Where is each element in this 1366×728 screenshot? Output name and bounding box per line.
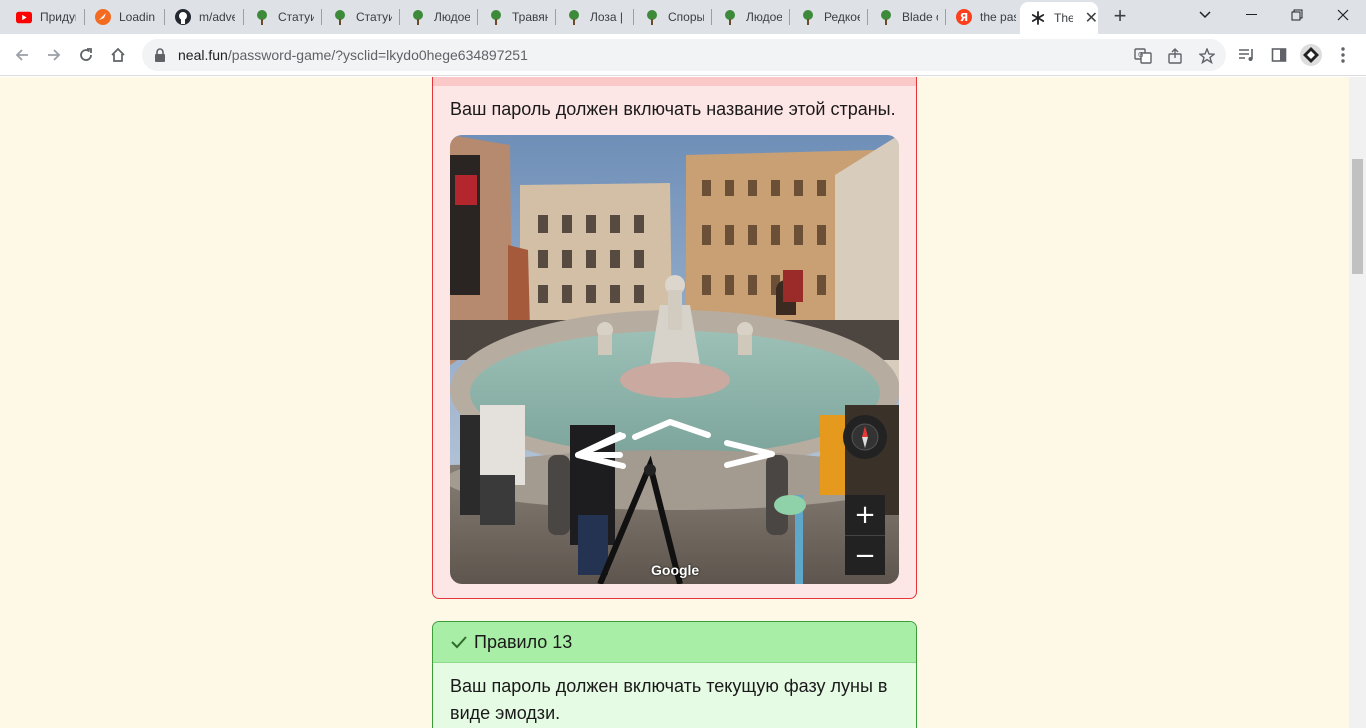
tab-label: Людоед: [434, 10, 470, 24]
forward-button[interactable]: [41, 42, 67, 68]
url-text[interactable]: neal.fun/password-game/?ysclid=lkydo0heg…: [178, 47, 528, 63]
page-content: Ваш пароль должен включать название этой…: [0, 77, 1349, 728]
tab-label: Loading: [119, 10, 155, 24]
compass-icon[interactable]: [843, 415, 887, 459]
lock-icon[interactable]: [154, 48, 166, 62]
tab-label: m/adventure: [199, 10, 235, 24]
media-control-icon[interactable]: [1236, 44, 1258, 66]
share-icon[interactable]: [1166, 47, 1184, 65]
back-button[interactable]: [9, 42, 35, 68]
restore-button[interactable]: [1274, 0, 1320, 30]
rule-header: [433, 77, 916, 86]
address-bar[interactable]: neal.fun/password-game/?ysclid=lkydo0heg…: [142, 39, 1226, 71]
tab-github[interactable]: m/adventure: [165, 0, 244, 34]
bookmark-star-icon[interactable]: [1198, 47, 1216, 65]
minimize-button[interactable]: [1228, 0, 1274, 30]
tab-label: Статуи: [356, 10, 392, 24]
new-tab-button[interactable]: +: [1108, 5, 1132, 29]
plant-icon: [722, 9, 738, 25]
tab-loza[interactable]: Лоза |: [556, 0, 634, 34]
tab-password-game-active[interactable]: The ✕: [1020, 2, 1098, 34]
street-view-map[interactable]: + − Google: [450, 135, 899, 584]
home-button[interactable]: [105, 42, 131, 68]
tab-label: Травяной: [512, 10, 548, 24]
checkmark-icon: [450, 633, 468, 651]
street-view-image: [450, 135, 899, 584]
svg-text:Я: Я: [960, 11, 968, 24]
tab-redkoe[interactable]: Редкое: [790, 0, 868, 34]
tab-label: Людоед: [746, 10, 782, 24]
profile-avatar[interactable]: [1300, 44, 1322, 66]
plant-icon: [410, 9, 426, 25]
rule-header: Правило 13: [433, 622, 916, 663]
rule-title: Правило 13: [474, 631, 573, 652]
tab-blade[interactable]: Blade o: [868, 0, 946, 34]
tab-travyanoy[interactable]: Травяной: [478, 0, 556, 34]
tab-yandex[interactable]: Я the pas: [946, 0, 1020, 34]
plant-icon: [332, 9, 348, 25]
tab-lyudoed-2[interactable]: Людоед: [712, 0, 790, 34]
tab-statui-2[interactable]: Статуи: [322, 0, 400, 34]
tab-label: Редкое: [824, 10, 860, 24]
tab-lyudoed-1[interactable]: Людоед: [400, 0, 478, 34]
youtube-icon: [16, 9, 32, 25]
svg-text:G: G: [1138, 51, 1143, 59]
plant-icon: [800, 9, 816, 25]
url-path: /password-game/?ysclid=lkydo0hege6348972…: [227, 47, 528, 63]
github-icon: [175, 9, 191, 25]
url-domain: neal.fun: [178, 47, 228, 63]
tab-statui-1[interactable]: Статуи: [244, 0, 322, 34]
tab-label: Blade o: [902, 10, 938, 24]
loading-app-icon: [95, 9, 111, 25]
tab-label: Лоза |: [590, 10, 624, 24]
tab-label: The: [1054, 11, 1073, 25]
google-attribution: Google: [651, 562, 700, 578]
tab-loading[interactable]: Loading: [85, 0, 165, 34]
reload-button[interactable]: [73, 42, 99, 68]
side-panel-icon[interactable]: [1268, 44, 1290, 66]
tab-youtube[interactable]: Придумать: [6, 0, 85, 34]
translate-icon[interactable]: G: [1134, 47, 1152, 65]
plant-icon: [644, 9, 660, 25]
tab-label: the pas: [980, 10, 1016, 24]
rule-card-13: Правило 13 Ваш пароль должен включать те…: [432, 621, 917, 728]
tab-label: Споры: [668, 10, 704, 24]
tab-strip: Придумать Loading m/adventure Статуи Ста…: [0, 0, 1366, 34]
close-icon[interactable]: ✕: [1085, 8, 1098, 28]
zoom-in-button[interactable]: +: [845, 495, 885, 535]
rule-description: Ваш пароль должен включать название этой…: [450, 99, 896, 119]
tab-search-chevron-icon[interactable]: [1182, 0, 1228, 30]
plant-icon: [566, 9, 582, 25]
close-window-button[interactable]: [1320, 0, 1366, 30]
rule-description: Ваш пароль должен включать текущую фазу …: [450, 676, 888, 723]
plant-icon: [254, 9, 270, 25]
tab-label: Придумать: [40, 10, 76, 24]
plant-icon: [488, 9, 504, 25]
scrollbar-thumb[interactable]: [1352, 159, 1363, 274]
zoom-out-button[interactable]: −: [845, 535, 885, 575]
browser-toolbar: neal.fun/password-game/?ysclid=lkydo0heg…: [0, 34, 1366, 76]
rule-card-country: Ваш пароль должен включать название этой…: [432, 77, 917, 599]
asterisk-icon: [1030, 10, 1046, 26]
tab-spory[interactable]: Споры: [634, 0, 712, 34]
tab-label: Статуи: [278, 10, 314, 24]
yandex-icon: Я: [956, 9, 972, 25]
kebab-menu-icon[interactable]: [1332, 44, 1354, 66]
plant-icon: [878, 9, 894, 25]
